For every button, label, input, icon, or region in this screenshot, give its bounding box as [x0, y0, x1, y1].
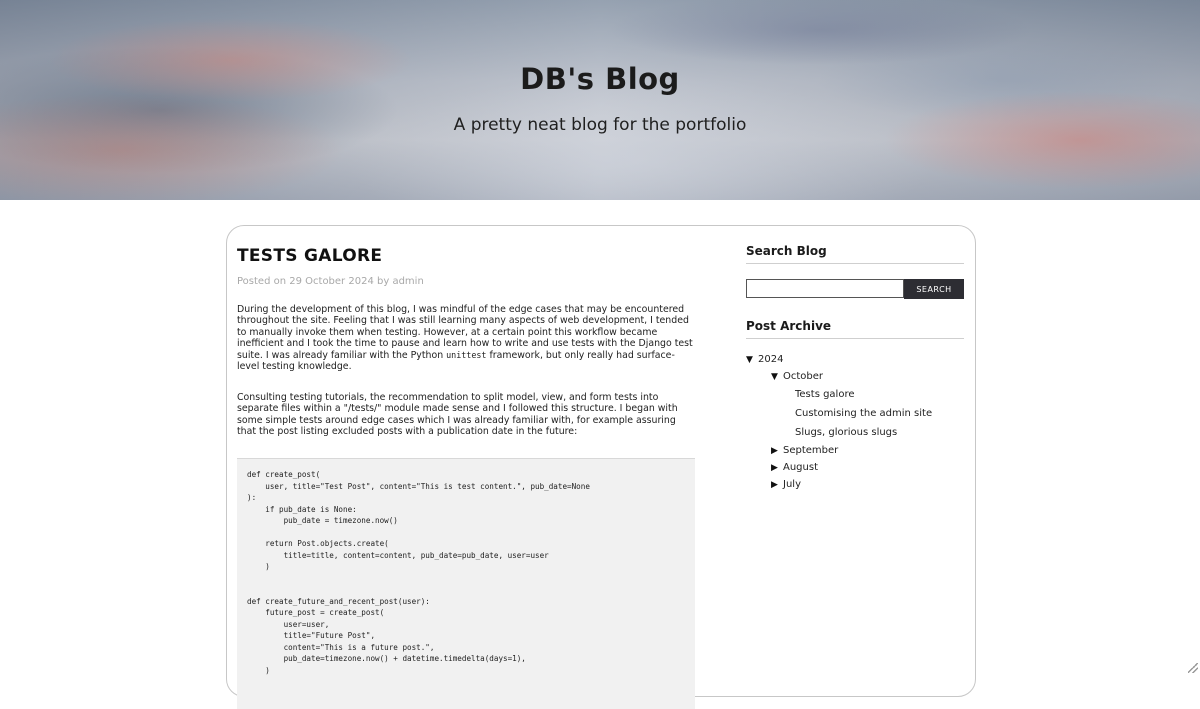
search-input[interactable] — [746, 279, 904, 298]
archive-month-october[interactable]: ▼ October — [746, 368, 964, 385]
archive-tree: ▼ 2024 ▼ October Tests galore Customisin… — [746, 351, 964, 493]
site-header: DB's Blog A pretty neat blog for the por… — [0, 0, 1200, 200]
site-title[interactable]: DB's Blog — [0, 62, 1200, 96]
sidebar: Search Blog SEARCH Post Archive ▼ 2024 ▼… — [746, 244, 964, 493]
post-meta-prefix: Posted on — [237, 276, 287, 287]
archive-year-label: 2024 — [758, 354, 784, 365]
triangle-right-icon: ▶ — [771, 462, 778, 473]
blog-post: TESTS GALORE Posted on 29 October 2024 b… — [237, 246, 697, 709]
search-button[interactable]: SEARCH — [904, 279, 964, 299]
post-paragraph: Consulting testing tutorials, the recomm… — [237, 392, 678, 438]
archive-post-link[interactable]: Customising the admin site — [746, 404, 964, 423]
post-paragraph: During the development of this blog, I w… — [237, 304, 697, 372]
archive-month-july[interactable]: ▶ July — [746, 476, 964, 493]
post-title: TESTS GALORE — [237, 246, 383, 266]
archive-post-link[interactable]: Slugs, glorious slugs — [746, 423, 964, 442]
site-tagline: A pretty neat blog for the portfolio — [453, 115, 747, 135]
archive-widget-title: Post Archive — [746, 319, 964, 339]
search-widget-title: Search Blog — [746, 244, 964, 264]
triangle-down-icon: ▼ — [746, 354, 753, 365]
post-meta-by: by — [377, 276, 390, 287]
archive-month-august[interactable]: ▶ August — [746, 459, 964, 476]
archive-month-label: October — [783, 371, 824, 382]
search-form: SEARCH — [746, 279, 964, 299]
code-block: def create_post( user, title="Test Post"… — [237, 458, 695, 709]
triangle-down-icon: ▼ — [771, 371, 778, 382]
post-date: 29 October 2024 — [289, 276, 374, 287]
content-card: TESTS GALORE Posted on 29 October 2024 b… — [226, 225, 976, 709]
archive-month-september[interactable]: ▶ September — [746, 442, 964, 459]
inline-code: unittest — [446, 349, 487, 360]
archive-month-label: September — [783, 445, 839, 456]
post-meta: Posted on 29 October 2024 by admin — [237, 276, 697, 287]
archive-month-label: August — [783, 462, 818, 473]
archive-month-label: July — [783, 479, 801, 490]
post-author[interactable]: admin — [392, 276, 423, 287]
triangle-right-icon: ▶ — [771, 479, 778, 490]
archive-post-link[interactable]: Tests galore — [746, 385, 964, 404]
resize-grip-icon[interactable] — [1188, 663, 1198, 673]
triangle-right-icon: ▶ — [771, 445, 778, 456]
archive-year[interactable]: ▼ 2024 — [746, 351, 964, 368]
